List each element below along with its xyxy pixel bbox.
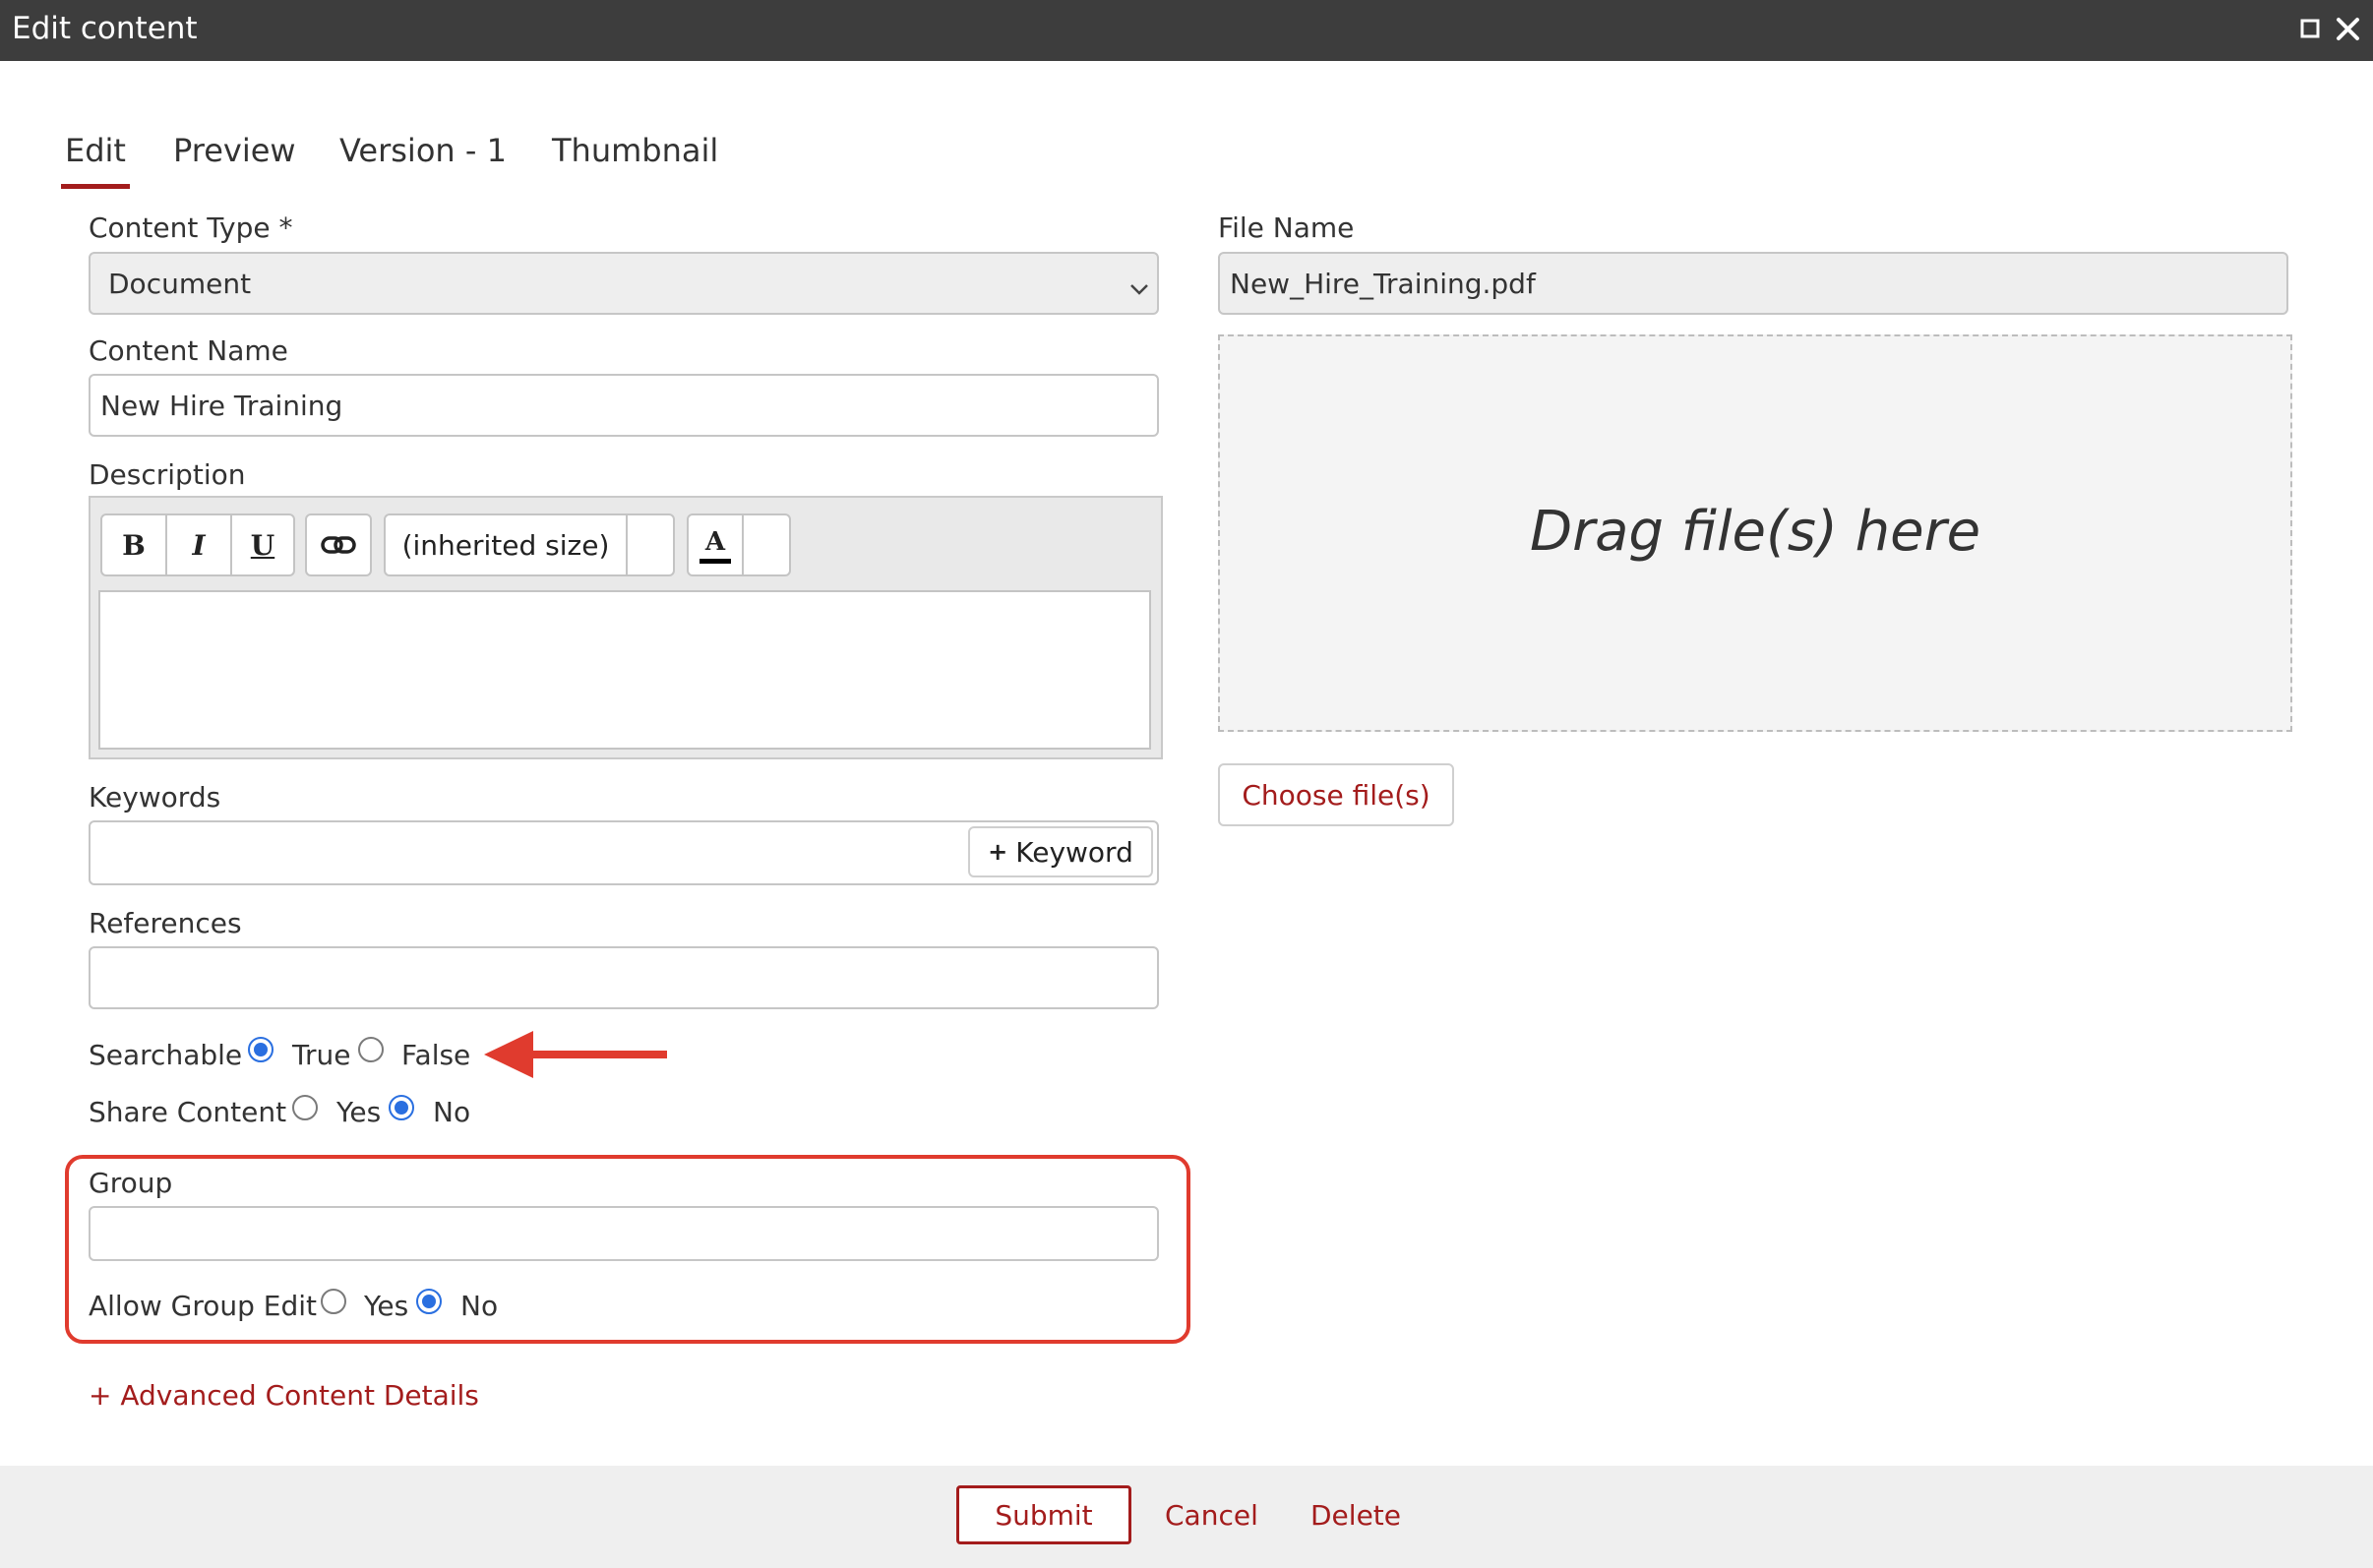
share-yes-label[interactable]: Yes bbox=[336, 1096, 381, 1128]
maximize-icon[interactable] bbox=[2298, 14, 2324, 47]
toolbar-divider bbox=[742, 515, 744, 574]
italic-button[interactable]: I bbox=[167, 515, 230, 574]
allow-group-edit-no-label[interactable]: No bbox=[460, 1290, 498, 1322]
searchable-false-label[interactable]: False bbox=[401, 1039, 470, 1071]
references-input[interactable] bbox=[89, 946, 1159, 1009]
share-content-label: Share Content bbox=[89, 1096, 287, 1128]
references-label: References bbox=[89, 907, 242, 939]
font-color-swatch bbox=[700, 558, 731, 564]
font-size-select[interactable]: (inherited size) bbox=[384, 513, 675, 576]
content-name-label: Content Name bbox=[89, 334, 288, 367]
description-textarea[interactable] bbox=[98, 590, 1151, 750]
toolbar-divider bbox=[626, 515, 628, 574]
dropzone-text: Drag file(s) here bbox=[1529, 500, 1981, 564]
chevron-down-icon bbox=[1127, 273, 1151, 306]
tab-edit[interactable]: Edit bbox=[61, 132, 130, 189]
font-color-picker[interactable]: A bbox=[687, 513, 791, 576]
content-type-value: Document bbox=[108, 268, 252, 300]
bold-glyph: B bbox=[122, 528, 146, 562]
share-yes-radio[interactable] bbox=[292, 1095, 318, 1120]
annotation-arrow-icon bbox=[480, 1027, 669, 1086]
delete-button[interactable]: Delete bbox=[1310, 1499, 1401, 1532]
tab-thumbnail[interactable]: Thumbnail bbox=[552, 132, 718, 169]
bold-button[interactable]: B bbox=[102, 515, 165, 574]
keywords-input[interactable]: + Keyword bbox=[89, 820, 1159, 885]
link-button[interactable] bbox=[305, 513, 372, 576]
keywords-label: Keywords bbox=[89, 781, 221, 814]
close-icon[interactable] bbox=[2334, 14, 2363, 47]
description-label: Description bbox=[89, 458, 246, 491]
submit-button[interactable]: Submit bbox=[956, 1485, 1131, 1544]
group-label: Group bbox=[89, 1167, 173, 1199]
advanced-content-details-link[interactable]: + Advanced Content Details bbox=[89, 1379, 479, 1412]
share-no-label[interactable]: No bbox=[433, 1096, 470, 1128]
italic-glyph: I bbox=[192, 528, 206, 562]
add-keyword-button[interactable]: + Keyword bbox=[968, 826, 1153, 877]
file-dropzone[interactable]: Drag file(s) here bbox=[1218, 334, 2292, 732]
font-size-text: (inherited size) bbox=[401, 528, 610, 562]
window-title-bar: Edit content bbox=[0, 0, 2373, 61]
file-name-input: New_Hire_Training.pdf bbox=[1218, 252, 2288, 315]
searchable-false-radio[interactable] bbox=[358, 1037, 384, 1062]
allow-group-edit-yes-label[interactable]: Yes bbox=[364, 1290, 408, 1322]
tab-preview[interactable]: Preview bbox=[173, 132, 296, 169]
choose-files-button[interactable]: Choose file(s) bbox=[1218, 763, 1454, 826]
allow-group-edit-yes-radio[interactable] bbox=[321, 1289, 346, 1314]
allow-group-edit-no-radio[interactable] bbox=[416, 1289, 442, 1314]
content-name-input[interactable]: New Hire Training bbox=[89, 374, 1159, 437]
share-no-radio[interactable] bbox=[389, 1095, 414, 1120]
file-name-value: New_Hire_Training.pdf bbox=[1230, 268, 1536, 300]
searchable-true-label[interactable]: True bbox=[292, 1039, 350, 1071]
file-name-label: File Name bbox=[1218, 211, 1355, 244]
description-editor: B I U (inherited size) A bbox=[89, 496, 1163, 759]
format-button-group: B I U bbox=[100, 513, 295, 576]
underline-glyph: U bbox=[250, 528, 275, 562]
content-name-value: New Hire Training bbox=[100, 390, 343, 422]
font-color-glyph: A bbox=[704, 526, 726, 557]
group-input[interactable] bbox=[89, 1206, 1159, 1261]
tab-version[interactable]: Version - 1 bbox=[339, 132, 507, 169]
window-title: Edit content bbox=[12, 11, 198, 46]
plus-icon: + bbox=[988, 838, 1008, 866]
searchable-true-radio[interactable] bbox=[248, 1037, 274, 1062]
footer-bar: Submit Cancel Delete bbox=[0, 1466, 2373, 1568]
font-color-button[interactable]: A bbox=[689, 515, 742, 574]
searchable-label: Searchable bbox=[89, 1039, 243, 1071]
content-type-select[interactable]: Document bbox=[89, 252, 1159, 315]
link-icon bbox=[307, 515, 370, 574]
allow-group-edit-label: Allow Group Edit bbox=[89, 1290, 318, 1322]
add-keyword-label: Keyword bbox=[1015, 835, 1133, 869]
underline-button[interactable]: U bbox=[232, 515, 293, 574]
content-type-label: Content Type * bbox=[89, 211, 293, 244]
cancel-button[interactable]: Cancel bbox=[1165, 1499, 1258, 1532]
font-size-value: (inherited size) bbox=[386, 515, 626, 574]
